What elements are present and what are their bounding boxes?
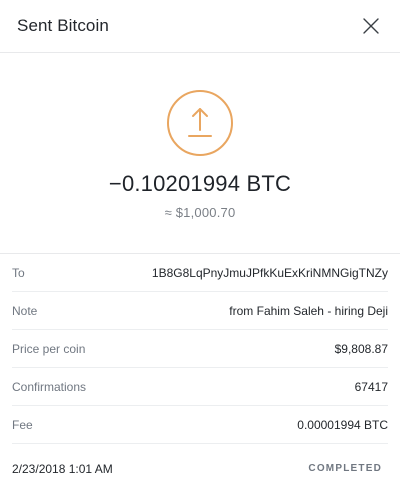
detail-row-note: Note from Fahim Saleh - hiring Deji	[12, 292, 388, 330]
confirmations-value: 67417	[354, 379, 388, 394]
transaction-amount: −0.10201994 BTC	[108, 171, 292, 196]
note-value: from Fahim Saleh - hiring Deji	[229, 303, 388, 318]
detail-label: Fee	[12, 417, 33, 432]
detail-row-price: Price per coin $9,808.87	[12, 330, 388, 368]
transaction-date: 2/23/2018 1:01 AM	[12, 461, 113, 476]
detail-row-to: To 1B8G8LqPnyJmuJPfkKuExKriNMNGigTNZy	[12, 254, 388, 292]
transaction-details: To 1B8G8LqPnyJmuJPfkKuExKriNMNGigTNZy No…	[0, 254, 400, 444]
detail-label: Note	[12, 303, 38, 318]
close-icon	[363, 18, 379, 34]
detail-label: Confirmations	[12, 379, 87, 394]
detail-row-fee: Fee 0.00001994 BTC	[12, 406, 388, 444]
transaction-summary: −0.10201994 BTC ≈ $1,000.70	[0, 53, 400, 254]
detail-label: Price per coin	[12, 341, 86, 356]
fee-value: 0.00001994 BTC	[297, 417, 388, 432]
recipient-address[interactable]: 1B8G8LqPnyJmuJPfkKuExKriNMNGigTNZy	[152, 266, 388, 280]
detail-label: To	[12, 265, 25, 280]
modal-header: Sent Bitcoin	[0, 0, 400, 53]
modal-title: Sent Bitcoin	[17, 16, 109, 35]
upload-arrow-icon	[167, 90, 233, 156]
close-button[interactable]	[359, 14, 383, 38]
transaction-footer: 2/23/2018 1:01 AM COMPLETED	[0, 444, 400, 489]
transaction-fiat-value: ≈ $1,000.70	[164, 205, 236, 220]
price-value: $9,808.87	[334, 341, 388, 356]
detail-row-confirmations: Confirmations 67417	[12, 368, 388, 406]
transaction-detail-modal: Sent Bitcoin −0.10201994 BTC ≈ $1,000.70…	[0, 0, 400, 489]
status-badge: COMPLETED	[308, 463, 382, 474]
